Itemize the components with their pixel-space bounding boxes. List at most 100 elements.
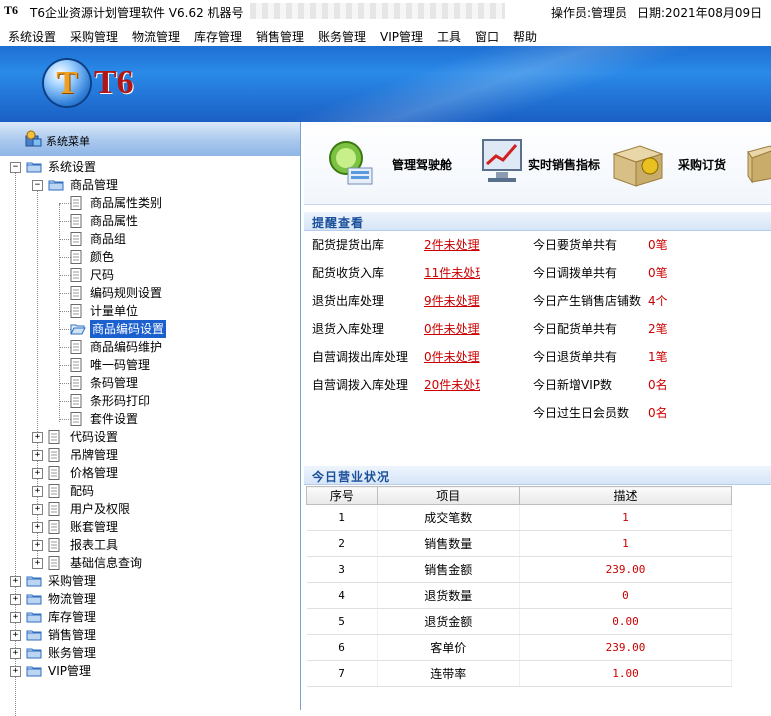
- tree-item[interactable]: + 销售管理: [0, 626, 300, 644]
- table-row[interactable]: 7 连带率 1.00: [306, 660, 733, 687]
- tree-item-label[interactable]: 计量单位: [90, 302, 138, 320]
- tree-item-label[interactable]: 商品组: [90, 230, 126, 248]
- expand-icon[interactable]: +: [10, 576, 21, 587]
- expand-icon[interactable]: +: [32, 558, 43, 569]
- tree-item[interactable]: − 商品管理: [0, 176, 300, 194]
- col-desc[interactable]: 描述: [518, 486, 733, 505]
- tree-item-label[interactable]: 条形码打印: [90, 392, 150, 410]
- tree-item[interactable]: + 账务管理: [0, 644, 300, 662]
- menu-vip[interactable]: VIP管理: [380, 28, 423, 45]
- tree-item[interactable]: + 吊牌管理: [0, 446, 300, 464]
- realtime-sales-button[interactable]: 实时销售指标: [476, 132, 616, 192]
- tree-item-label[interactable]: 商品属性: [90, 212, 138, 230]
- tree-item[interactable]: + 基础信息查询: [0, 554, 300, 572]
- menu-sales[interactable]: 销售管理: [256, 28, 304, 45]
- tree-item-label[interactable]: 编码规则设置: [90, 284, 162, 302]
- reminder-pending-link[interactable]: 20件未处理: [424, 376, 480, 393]
- table-row[interactable]: 4 退货数量 0: [306, 582, 733, 609]
- col-index[interactable]: 序号: [306, 486, 378, 505]
- tree-item[interactable]: + 采购管理: [0, 572, 300, 590]
- tree-item[interactable]: 条码管理: [0, 374, 300, 392]
- menu-tree[interactable]: − 系统设置 − 商品管理 商品属性类别 商品属性 商品组 颜色 尺码 编码规则设置 计量单位 商品编…: [0, 156, 300, 716]
- tree-item[interactable]: 颜色: [0, 248, 300, 266]
- tree-item[interactable]: 计量单位: [0, 302, 300, 320]
- tree-item-label[interactable]: 系统设置: [48, 158, 96, 176]
- tree-item[interactable]: 商品属性类别: [0, 194, 300, 212]
- table-row[interactable]: 1 成交笔数 1: [306, 504, 733, 531]
- expand-icon[interactable]: +: [10, 648, 21, 659]
- expand-icon[interactable]: +: [10, 594, 21, 605]
- table-row[interactable]: 2 销售数量 1: [306, 530, 733, 557]
- table-row[interactable]: 5 退货金额 0.00: [306, 608, 733, 635]
- tree-item-label[interactable]: 价格管理: [70, 464, 118, 482]
- tree-item-label[interactable]: 商品编码维护: [90, 338, 162, 356]
- reminder-pending-link[interactable]: 0件未处理: [424, 320, 480, 337]
- purchase-order-button[interactable]: 采购订货: [610, 132, 771, 192]
- tree-item[interactable]: 唯一码管理: [0, 356, 300, 374]
- reminder-pending-link[interactable]: 9件未处理: [424, 292, 480, 309]
- tree-item[interactable]: + 物流管理: [0, 590, 300, 608]
- col-item[interactable]: 项目: [376, 486, 520, 505]
- expand-icon[interactable]: +: [10, 630, 21, 641]
- cockpit-button[interactable]: 管理驾驶舱: [322, 132, 462, 192]
- tree-item[interactable]: + 代码设置: [0, 428, 300, 446]
- expand-icon[interactable]: +: [32, 450, 43, 461]
- tree-item-label[interactable]: 尺码: [90, 266, 114, 284]
- tree-item[interactable]: + 报表工具: [0, 536, 300, 554]
- tree-item-label[interactable]: 代码设置: [70, 428, 118, 446]
- expand-icon[interactable]: +: [32, 468, 43, 479]
- reminder-pending-link[interactable]: 2件未处理: [424, 236, 480, 253]
- menu-tools[interactable]: 工具: [437, 28, 461, 45]
- table-row[interactable]: 6 客单价 239.00: [306, 634, 733, 661]
- tree-item[interactable]: + 账套管理: [0, 518, 300, 536]
- tree-item-label[interactable]: 采购管理: [48, 572, 96, 590]
- tree-item[interactable]: + 价格管理: [0, 464, 300, 482]
- tree-item-label[interactable]: 库存管理: [48, 608, 96, 626]
- tree-item-label[interactable]: 配码: [70, 482, 94, 500]
- menu-help[interactable]: 帮助: [513, 28, 537, 45]
- tree-item-label[interactable]: 商品编码设置: [88, 319, 168, 339]
- tree-item[interactable]: 商品属性: [0, 212, 300, 230]
- expand-icon[interactable]: +: [32, 486, 43, 497]
- menu-window[interactable]: 窗口: [475, 28, 499, 45]
- tree-item-label[interactable]: 颜色: [90, 248, 114, 266]
- tree-item-label[interactable]: 报表工具: [70, 536, 118, 554]
- menu-accounts[interactable]: 账务管理: [318, 28, 366, 45]
- tree-item-label[interactable]: 商品属性类别: [90, 194, 162, 212]
- reminder-pending-link[interactable]: 11件未处理: [424, 264, 480, 281]
- tree-item[interactable]: 商品编码维护: [0, 338, 300, 356]
- menu-purchase[interactable]: 采购管理: [70, 28, 118, 45]
- tree-item-label[interactable]: VIP管理: [48, 662, 91, 680]
- tree-item-label[interactable]: 用户及权限: [70, 500, 130, 518]
- tree-item-label[interactable]: 销售管理: [48, 626, 96, 644]
- menu-inventory[interactable]: 库存管理: [194, 28, 242, 45]
- collapse-icon[interactable]: −: [32, 180, 43, 191]
- tree-item[interactable]: + 配码: [0, 482, 300, 500]
- tree-item[interactable]: + 用户及权限: [0, 500, 300, 518]
- expand-icon[interactable]: +: [32, 432, 43, 443]
- tree-item-label[interactable]: 账套管理: [70, 518, 118, 536]
- tree-item[interactable]: 商品组: [0, 230, 300, 248]
- expand-icon[interactable]: +: [32, 522, 43, 533]
- expand-icon[interactable]: +: [10, 612, 21, 623]
- tree-item[interactable]: + 库存管理: [0, 608, 300, 626]
- tree-item-label[interactable]: 基础信息查询: [70, 554, 142, 572]
- tree-item[interactable]: 条形码打印: [0, 392, 300, 410]
- tree-item-label[interactable]: 物流管理: [48, 590, 96, 608]
- tree-item[interactable]: 编码规则设置: [0, 284, 300, 302]
- tree-item-label[interactable]: 条码管理: [90, 374, 138, 392]
- expand-icon[interactable]: +: [10, 666, 21, 677]
- tree-item-label[interactable]: 商品管理: [70, 176, 118, 194]
- table-row[interactable]: 3 销售金额 239.00: [306, 556, 733, 583]
- tree-item[interactable]: 套件设置: [0, 410, 300, 428]
- menu-system-settings[interactable]: 系统设置: [8, 28, 56, 45]
- tree-item-label[interactable]: 账务管理: [48, 644, 96, 662]
- tree-item-label[interactable]: 套件设置: [90, 410, 138, 428]
- tree-item[interactable]: − 系统设置: [0, 158, 300, 176]
- tree-item-label[interactable]: 吊牌管理: [70, 446, 118, 464]
- tree-item[interactable]: 商品编码设置: [0, 319, 300, 339]
- menu-logistics[interactable]: 物流管理: [132, 28, 180, 45]
- collapse-icon[interactable]: −: [10, 162, 21, 173]
- expand-icon[interactable]: +: [32, 504, 43, 515]
- tree-item[interactable]: 尺码: [0, 266, 300, 284]
